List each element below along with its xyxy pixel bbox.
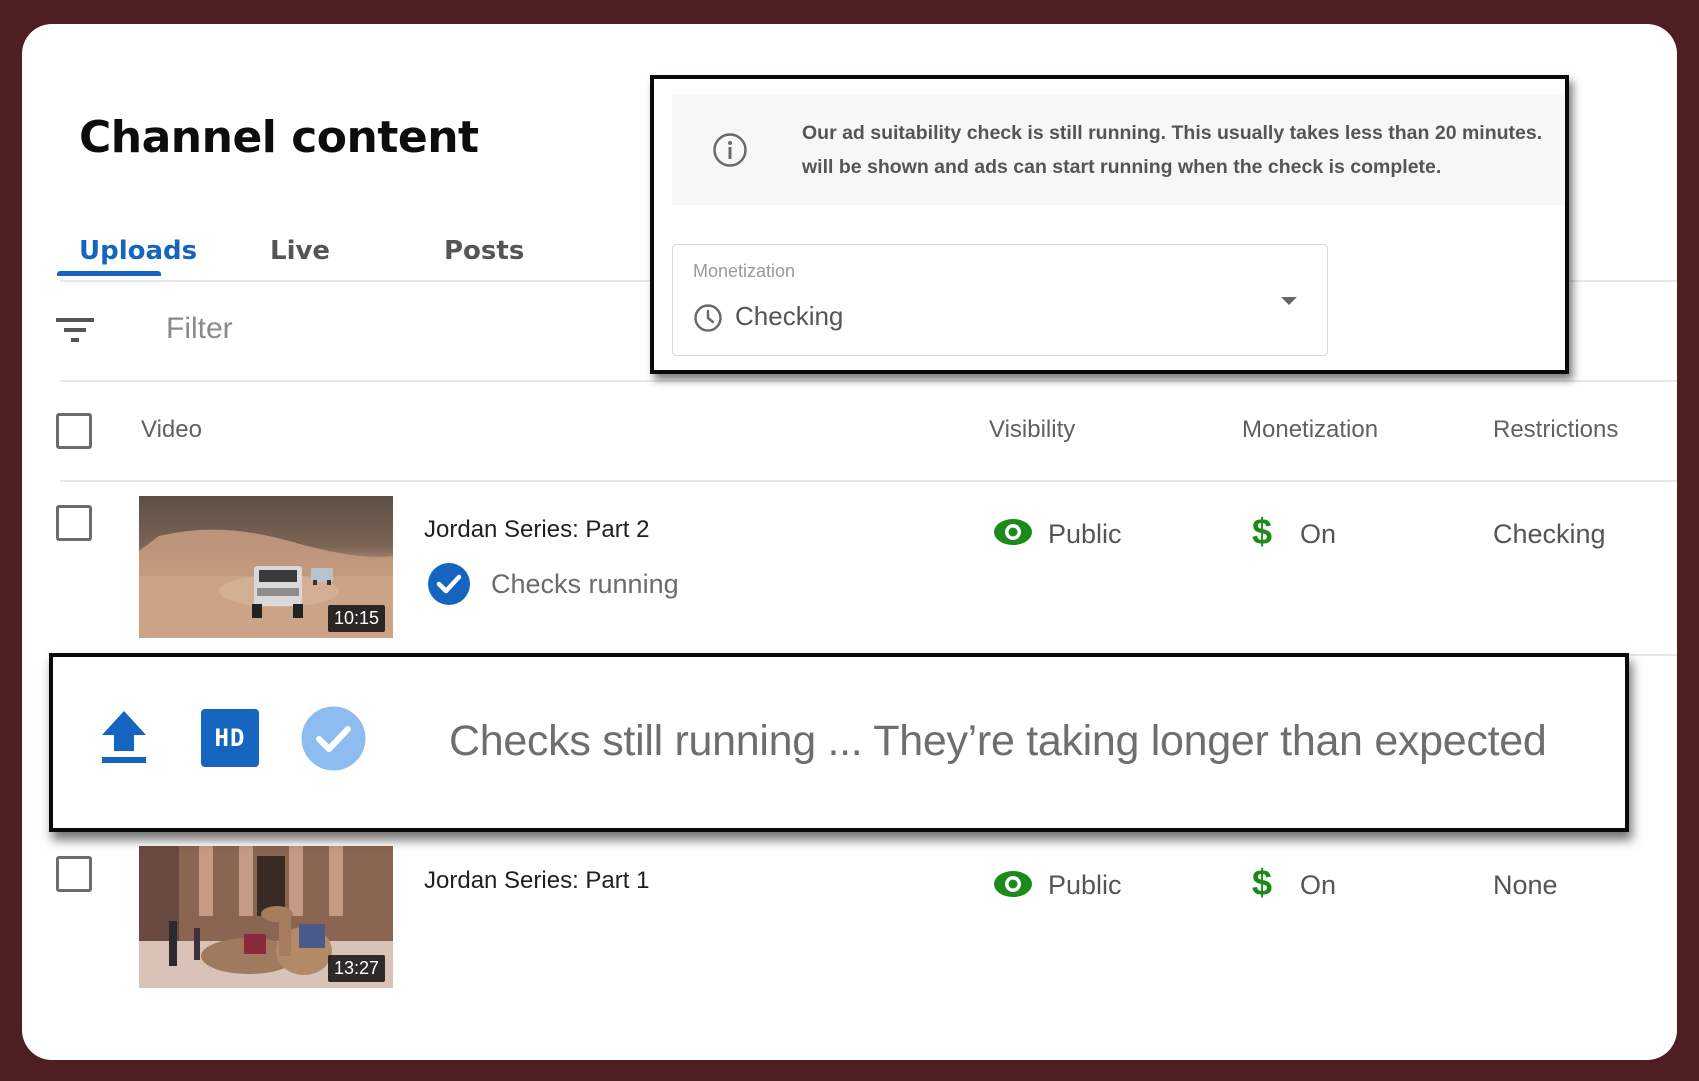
info-notice: Our ad suitability check is still runnin… [672, 94, 1565, 205]
banner-message: Checks still running ... They’re taking … [449, 717, 1547, 765]
monetization-value[interactable]: On [1300, 870, 1336, 901]
visibility-value[interactable]: Public [1048, 519, 1122, 550]
filter-divider [60, 380, 1677, 382]
header-divider [60, 480, 1677, 482]
tab-posts[interactable]: Posts [444, 236, 524, 266]
column-header-restrictions[interactable]: Restrictions [1493, 416, 1618, 444]
page-title: Channel content [79, 112, 479, 163]
select-all-checkbox[interactable] [56, 413, 92, 449]
restrictions-value: Checking [1493, 519, 1606, 549]
monetization-select[interactable]: Monetization Checking [672, 244, 1328, 356]
info-icon [712, 132, 748, 168]
monetization-select-label: Monetization [693, 261, 796, 281]
monetization-dollar-icon: $ [1252, 862, 1273, 903]
tab-uploads[interactable]: Uploads [79, 236, 197, 266]
video-title[interactable]: Jordan Series: Part 1 [424, 867, 649, 895]
row-checkbox[interactable] [56, 856, 92, 892]
video-title[interactable]: Jordan Series: Part 2 [424, 516, 649, 544]
video-thumbnail[interactable]: 13:27 [139, 846, 393, 988]
visibility-value[interactable]: Public [1048, 870, 1122, 901]
monetization-dollar-icon: $ [1252, 511, 1273, 552]
info-message: Our ad suitability check is still runnin… [802, 116, 1542, 184]
active-tab-indicator [57, 271, 161, 276]
filter-lines-icon[interactable] [56, 318, 94, 344]
clock-icon [693, 303, 723, 333]
info-line-2: will be shown and ads can start running … [802, 156, 1442, 178]
video-duration: 13:27 [327, 955, 385, 982]
check-circle-icon [301, 706, 366, 771]
visibility-eye-icon [993, 518, 1033, 546]
monetization-select-value: Checking [735, 301, 844, 331]
visibility-eye-icon [993, 870, 1033, 898]
video-thumbnail[interactable]: 10:15 [139, 496, 393, 638]
restrictions-value: None [1493, 870, 1558, 900]
column-header-visibility[interactable]: Visibility [989, 416, 1075, 444]
checks-status-banner: HD Checks still running ... They’re taki… [49, 653, 1629, 832]
tab-live[interactable]: Live [270, 236, 330, 266]
column-header-monetization[interactable]: Monetization [1242, 416, 1378, 444]
video-duration: 10:15 [327, 605, 385, 632]
filter-input[interactable]: Filter [166, 312, 233, 346]
monetization-popup: Our ad suitability check is still runnin… [650, 75, 1569, 374]
hd-icon: HD [201, 709, 259, 767]
info-line-1: Our ad suitability check is still runnin… [802, 122, 1543, 144]
upload-icon [100, 709, 148, 765]
checks-running-icon [428, 563, 470, 605]
checks-running-status: Checks running [491, 569, 679, 599]
monetization-value[interactable]: On [1300, 519, 1336, 550]
column-header-video[interactable]: Video [141, 416, 202, 444]
row-checkbox[interactable] [56, 505, 92, 541]
channel-content-card: Channel content Uploads Live Posts Filte… [22, 24, 1677, 1060]
chevron-down-icon[interactable] [1281, 297, 1297, 305]
